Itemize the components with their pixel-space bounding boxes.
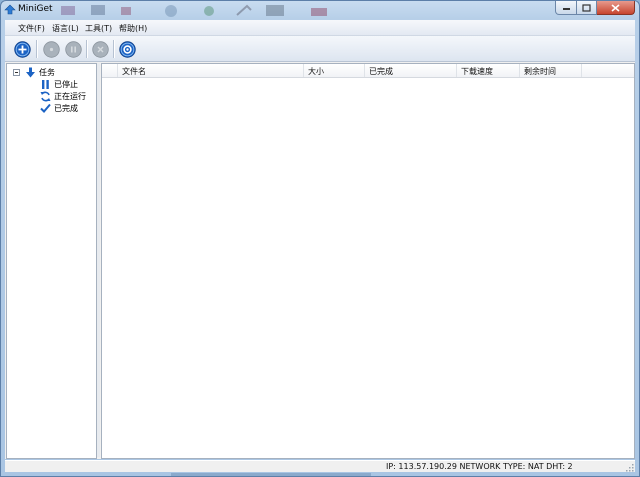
close-button[interactable] <box>597 1 635 15</box>
network-status: IP: 113.57.190.29 NETWORK TYPE: NAT DHT:… <box>386 462 573 471</box>
app-window: MiniGet 文件(F) 语言(L) 工具(T) 帮助(H) 任务 已停止 正… <box>0 0 640 477</box>
column-header-completed[interactable]: 已完成 <box>365 64 457 77</box>
toolbar-separator <box>86 40 88 58</box>
pause-icon <box>42 79 49 89</box>
pause-button[interactable] <box>65 41 82 58</box>
list-header: 文件名 大小 已完成 下载速度 剩余时间 <box>102 64 634 78</box>
title-bar-decoration <box>61 4 327 17</box>
column-header-size[interactable]: 大小 <box>304 64 365 77</box>
add-task-button[interactable] <box>14 41 31 58</box>
tree-expander[interactable] <box>13 69 20 76</box>
task-tree[interactable]: 任务 已停止 正在运行 已完成 <box>6 63 97 459</box>
tree-item-label: 任务 <box>39 67 55 77</box>
toolbar-separator <box>36 40 38 58</box>
app-logo-icon <box>4 4 16 15</box>
column-header-filename[interactable]: 文件名 <box>118 64 304 77</box>
tree-item-running[interactable]: 正在运行 <box>40 90 86 102</box>
menu-file[interactable]: 文件(F) <box>18 23 45 34</box>
maximize-icon <box>582 3 591 12</box>
menu-language[interactable]: 语言(L) <box>52 23 79 34</box>
download-list[interactable]: 文件名 大小 已完成 下载速度 剩余时间 <box>101 63 635 459</box>
maximize-button[interactable] <box>577 1 597 15</box>
tree-item-label: 正在运行 <box>54 91 86 101</box>
down-arrow-icon <box>26 67 35 77</box>
delete-button[interactable] <box>92 41 109 58</box>
start-button[interactable] <box>43 41 60 58</box>
tree-item-label: 已完成 <box>54 103 78 113</box>
refresh-icon <box>40 91 51 101</box>
check-icon <box>40 103 51 113</box>
tree-item-tasks[interactable]: 任务 <box>25 66 55 78</box>
toolbar-separator <box>113 40 115 58</box>
tree-item-stopped[interactable]: 已停止 <box>40 78 78 90</box>
minimize-button[interactable] <box>555 1 577 15</box>
column-header-time-left[interactable]: 剩余时间 <box>520 64 582 77</box>
settings-button[interactable] <box>119 41 136 58</box>
menu-tools[interactable]: 工具(T) <box>85 23 112 34</box>
resize-grip-icon[interactable] <box>625 463 634 472</box>
pane-splitter[interactable] <box>97 63 100 457</box>
minimize-icon <box>562 7 570 10</box>
toolbar <box>5 36 635 62</box>
column-header-spacer <box>102 64 118 77</box>
title-bar[interactable]: MiniGet <box>1 1 639 19</box>
tree-item-label: 已停止 <box>54 79 78 89</box>
taskbar-hint <box>171 473 371 476</box>
close-icon <box>611 3 620 12</box>
client-area: 任务 已停止 正在运行 已完成 文件名 大小 已完成 下载速度 剩余时间 <box>5 62 635 459</box>
tree-item-completed[interactable]: 已完成 <box>40 102 78 114</box>
menu-help[interactable]: 帮助(H) <box>119 23 147 34</box>
window-title: MiniGet <box>18 4 53 14</box>
menu-bar: 文件(F) 语言(L) 工具(T) 帮助(H) <box>5 20 635 36</box>
column-header-speed[interactable]: 下载速度 <box>457 64 520 77</box>
